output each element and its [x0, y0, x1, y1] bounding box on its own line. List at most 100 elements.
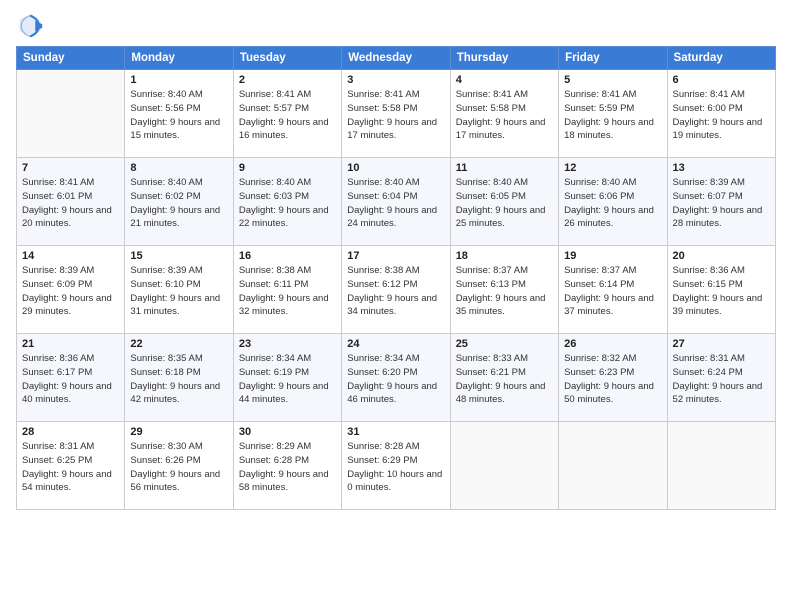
col-header-sunday: Sunday: [17, 47, 125, 70]
day-cell: 19 Sunrise: 8:37 AMSunset: 6:14 PMDayligh…: [559, 246, 667, 334]
day-info: Sunrise: 8:41 AMSunset: 6:01 PMDaylight:…: [22, 176, 119, 231]
calendar-header-row: SundayMondayTuesdayWednesdayThursdayFrid…: [17, 47, 776, 70]
day-cell: 22Sunrise: 8:35 AMSunset: 6:18 PMDayligh…: [125, 334, 233, 422]
day-info: Sunrise: 8:33 AMSunset: 6:21 PMDaylight:…: [456, 352, 553, 407]
day-number: 4: [456, 74, 553, 86]
day-number: 29: [130, 426, 227, 438]
day-number: 18: [456, 250, 553, 262]
day-number: 30: [239, 426, 336, 438]
day-info: Sunrise: 8:40 AMSunset: 6:03 PMDaylight:…: [239, 176, 336, 231]
day-info: Sunrise: 8:36 AMSunset: 6:15 PMDaylight:…: [673, 264, 770, 319]
day-cell: 15Sunrise: 8:39 AMSunset: 6:10 PMDayligh…: [125, 246, 233, 334]
day-cell: 29 Sunrise: 8:30 AMSunset: 6:26 PMDayligh…: [125, 422, 233, 510]
day-cell: 20 Sunrise: 8:36 AMSunset: 6:15 PMDayligh…: [667, 246, 775, 334]
col-header-tuesday: Tuesday: [233, 47, 341, 70]
day-number: 9: [239, 162, 336, 174]
day-number: 1: [130, 74, 227, 86]
day-number: 5: [564, 74, 661, 86]
col-header-friday: Friday: [559, 47, 667, 70]
day-cell: [17, 70, 125, 158]
week-row-2: 7 Sunrise: 8:41 AMSunset: 6:01 PMDaylight…: [17, 158, 776, 246]
day-info: Sunrise: 8:36 AMSunset: 6:17 PMDaylight:…: [22, 352, 119, 407]
day-info: Sunrise: 8:29 AMSunset: 6:28 PMDaylight:…: [239, 440, 336, 495]
day-number: 2: [239, 74, 336, 86]
day-info: Sunrise: 8:40 AMSunset: 6:02 PMDaylight:…: [130, 176, 227, 231]
day-cell: 26 Sunrise: 8:32 AMSunset: 6:23 PMDayligh…: [559, 334, 667, 422]
day-cell: [559, 422, 667, 510]
day-number: 28: [22, 426, 119, 438]
day-cell: 25 Sunrise: 8:33 AMSunset: 6:21 PMDayligh…: [450, 334, 558, 422]
logo: [16, 12, 48, 40]
day-number: 22: [130, 338, 227, 350]
day-info: Sunrise: 8:41 AMSunset: 5:59 PMDaylight:…: [564, 88, 661, 143]
day-info: Sunrise: 8:40 AMSunset: 6:06 PMDaylight:…: [564, 176, 661, 231]
day-cell: 10Sunrise: 8:40 AMSunset: 6:04 PMDayligh…: [342, 158, 450, 246]
day-number: 23: [239, 338, 336, 350]
day-cell: 7 Sunrise: 8:41 AMSunset: 6:01 PMDaylight…: [17, 158, 125, 246]
day-cell: 8 Sunrise: 8:40 AMSunset: 6:02 PMDaylight…: [125, 158, 233, 246]
day-cell: 2 Sunrise: 8:41 AMSunset: 5:57 PMDaylight…: [233, 70, 341, 158]
day-cell: 1 Sunrise: 8:40 AMSunset: 5:56 PMDaylight…: [125, 70, 233, 158]
day-cell: 18 Sunrise: 8:37 AMSunset: 6:13 PMDayligh…: [450, 246, 558, 334]
day-number: 7: [22, 162, 119, 174]
day-cell: 16 Sunrise: 8:38 AMSunset: 6:11 PMDayligh…: [233, 246, 341, 334]
day-number: 6: [673, 74, 770, 86]
day-info: Sunrise: 8:28 AMSunset: 6:29 PMDaylight:…: [347, 440, 444, 495]
day-number: 21: [22, 338, 119, 350]
day-cell: 21 Sunrise: 8:36 AMSunset: 6:17 PMDayligh…: [17, 334, 125, 422]
day-info: Sunrise: 8:39 AMSunset: 6:09 PMDaylight:…: [22, 264, 119, 319]
day-cell: [450, 422, 558, 510]
day-number: 17: [347, 250, 444, 262]
day-info: Sunrise: 8:41 AMSunset: 6:00 PMDaylight:…: [673, 88, 770, 143]
day-cell: 14 Sunrise: 8:39 AMSunset: 6:09 PMDayligh…: [17, 246, 125, 334]
logo-icon: [16, 12, 44, 40]
day-cell: [667, 422, 775, 510]
col-header-wednesday: Wednesday: [342, 47, 450, 70]
day-info: Sunrise: 8:40 AMSunset: 5:56 PMDaylight:…: [130, 88, 227, 143]
day-info: Sunrise: 8:37 AMSunset: 6:14 PMDaylight:…: [564, 264, 661, 319]
col-header-saturday: Saturday: [667, 47, 775, 70]
day-cell: 31Sunrise: 8:28 AMSunset: 6:29 PMDayligh…: [342, 422, 450, 510]
day-number: 20: [673, 250, 770, 262]
day-number: 14: [22, 250, 119, 262]
day-number: 3: [347, 74, 444, 86]
week-row-4: 21 Sunrise: 8:36 AMSunset: 6:17 PMDayligh…: [17, 334, 776, 422]
day-number: 15: [130, 250, 227, 262]
day-cell: 12 Sunrise: 8:40 AMSunset: 6:06 PMDayligh…: [559, 158, 667, 246]
day-cell: 27Sunrise: 8:31 AMSunset: 6:24 PMDayligh…: [667, 334, 775, 422]
day-info: Sunrise: 8:31 AMSunset: 6:24 PMDaylight:…: [673, 352, 770, 407]
day-cell: 17Sunrise: 8:38 AMSunset: 6:12 PMDayligh…: [342, 246, 450, 334]
day-info: Sunrise: 8:38 AMSunset: 6:11 PMDaylight:…: [239, 264, 336, 319]
day-info: Sunrise: 8:41 AMSunset: 5:57 PMDaylight:…: [239, 88, 336, 143]
day-info: Sunrise: 8:41 AMSunset: 5:58 PMDaylight:…: [347, 88, 444, 143]
day-info: Sunrise: 8:40 AMSunset: 6:04 PMDaylight:…: [347, 176, 444, 231]
day-number: 16: [239, 250, 336, 262]
day-info: Sunrise: 8:32 AMSunset: 6:23 PMDaylight:…: [564, 352, 661, 407]
day-cell: 3 Sunrise: 8:41 AMSunset: 5:58 PMDaylight…: [342, 70, 450, 158]
calendar-table: SundayMondayTuesdayWednesdayThursdayFrid…: [16, 46, 776, 510]
day-number: 25: [456, 338, 553, 350]
day-cell: 6 Sunrise: 8:41 AMSunset: 6:00 PMDaylight…: [667, 70, 775, 158]
day-number: 12: [564, 162, 661, 174]
day-info: Sunrise: 8:34 AMSunset: 6:20 PMDaylight:…: [347, 352, 444, 407]
day-cell: 30 Sunrise: 8:29 AMSunset: 6:28 PMDayligh…: [233, 422, 341, 510]
day-cell: 9 Sunrise: 8:40 AMSunset: 6:03 PMDaylight…: [233, 158, 341, 246]
day-info: Sunrise: 8:39 AMSunset: 6:07 PMDaylight:…: [673, 176, 770, 231]
day-number: 8: [130, 162, 227, 174]
day-cell: 11Sunrise: 8:40 AMSunset: 6:05 PMDayligh…: [450, 158, 558, 246]
week-row-5: 28 Sunrise: 8:31 AMSunset: 6:25 PMDayligh…: [17, 422, 776, 510]
day-number: 19: [564, 250, 661, 262]
day-info: Sunrise: 8:31 AMSunset: 6:25 PMDaylight:…: [22, 440, 119, 495]
day-cell: 24Sunrise: 8:34 AMSunset: 6:20 PMDayligh…: [342, 334, 450, 422]
day-number: 26: [564, 338, 661, 350]
day-cell: 13 Sunrise: 8:39 AMSunset: 6:07 PMDayligh…: [667, 158, 775, 246]
day-cell: 5 Sunrise: 8:41 AMSunset: 5:59 PMDaylight…: [559, 70, 667, 158]
day-cell: 4Sunrise: 8:41 AMSunset: 5:58 PMDaylight…: [450, 70, 558, 158]
day-cell: 23 Sunrise: 8:34 AMSunset: 6:19 PMDayligh…: [233, 334, 341, 422]
day-info: Sunrise: 8:34 AMSunset: 6:19 PMDaylight:…: [239, 352, 336, 407]
day-info: Sunrise: 8:30 AMSunset: 6:26 PMDaylight:…: [130, 440, 227, 495]
day-cell: 28 Sunrise: 8:31 AMSunset: 6:25 PMDayligh…: [17, 422, 125, 510]
day-number: 13: [673, 162, 770, 174]
day-info: Sunrise: 8:37 AMSunset: 6:13 PMDaylight:…: [456, 264, 553, 319]
header: [16, 12, 776, 40]
